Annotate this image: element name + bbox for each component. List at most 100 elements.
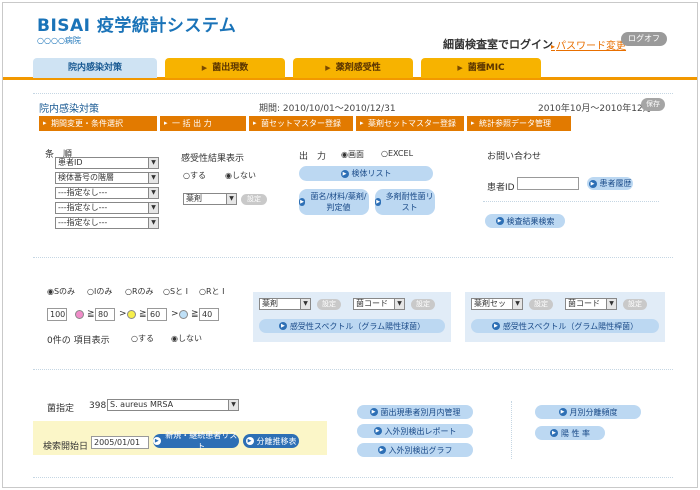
sensitivity-drug-select[interactable]: 薬剤 ▼ — [183, 193, 237, 205]
output-label: 出 力 — [299, 152, 327, 162]
period-label: 期間: 2010/10/01～2010/12/31 — [259, 104, 396, 114]
save-button[interactable]: 保存 — [641, 98, 665, 111]
filter-s-only-radio[interactable]: ◉Sのみ — [47, 286, 75, 297]
monthly-management-button[interactable]: ▶ 菌出現患者別月内管理 — [357, 405, 473, 419]
main-content: 院内感染対策 期間: 2010/10/01～2010/12/31 2010年10… — [3, 83, 697, 487]
sensitivity-label: 感受性結果表示 — [181, 154, 245, 164]
condition-select-1[interactable]: 患者ID ▼ — [55, 157, 159, 169]
filter-s-and-i-radio[interactable]: ○Sと I — [163, 286, 188, 297]
search-result-button[interactable]: ▶ 検査結果検索 — [485, 214, 565, 228]
start-date-input[interactable]: 2005/01/01 — [91, 436, 149, 449]
condition-select-2[interactable]: 検体番号の階層 ▼ — [55, 172, 159, 184]
select-value: S. aureus MRSA — [110, 400, 174, 409]
action-bulk-output-button[interactable]: 一 括 出 力 — [160, 116, 246, 131]
spectrum-gram-positive-bacilli-button[interactable]: ▶ 感受性スペクトル（グラム陽性桿菌） — [471, 319, 659, 333]
button-label: 患者履歴 — [599, 179, 632, 188]
chevron-down-icon: ▼ — [148, 218, 158, 228]
panel-bacteria-select[interactable]: 菌コード ▼ — [353, 298, 405, 310]
action-drug-set-button[interactable]: 薬剤セットマスター登録 — [356, 116, 464, 131]
monthly-frequency-button[interactable]: ▶ 月別分離頻度 — [535, 405, 641, 419]
positive-rate-button[interactable]: ▶ 陽 性 率 — [535, 426, 605, 440]
select-value: ---指定なし--- — [58, 203, 108, 212]
tab-bacteria-count[interactable]: ▶ 菌出現数 — [165, 58, 285, 78]
action-bacteria-set-button[interactable]: 菌セットマスター登録 — [249, 116, 353, 131]
page-title: 院内感染対策 — [39, 104, 99, 115]
spectrum-gram-positive-cocci-button[interactable]: ▶ 感受性スペクトル（グラム陽性球菌） — [259, 319, 445, 333]
patient-history-button[interactable]: ▶ 患者履歴 — [587, 177, 633, 190]
condition-select-3[interactable]: ---指定なし--- ▼ — [55, 187, 159, 199]
ward-detection-graph-button[interactable]: ▶ 入外別検出グラフ — [357, 443, 473, 457]
filter-r-only-radio[interactable]: ○Rのみ — [125, 286, 154, 297]
distribution-table-button[interactable]: ▶ 分離推移表 — [243, 434, 299, 448]
bacteria-select[interactable]: S. aureus MRSA ▼ — [107, 399, 239, 411]
zero-count-yes-radio[interactable]: ○する — [131, 333, 154, 344]
output-excel-radio[interactable]: ○EXCEL — [381, 149, 413, 158]
bacteria-label: 菌指定 — [47, 404, 75, 414]
select-value: 患者ID — [58, 158, 83, 167]
panel-bacteria-code-select[interactable]: 菌コード ▼ — [565, 298, 617, 310]
sensitivity-set-button[interactable]: 設定 — [241, 194, 267, 205]
new-patient-list-button[interactable]: ▶ 新規・継続患者リスト — [153, 431, 239, 451]
tab-bacteria-mic[interactable]: ▶ 菌種MIC — [421, 58, 541, 78]
select-value: 薬剤 — [262, 299, 278, 308]
sensitivity-yes-radio[interactable]: ○する — [183, 170, 206, 181]
gt-label: > — [171, 309, 179, 319]
arrow-right-icon: ▶ — [377, 446, 386, 454]
condition-select-5[interactable]: ---指定なし--- ▼ — [55, 217, 159, 229]
arrow-right-icon: ▶ — [549, 429, 558, 437]
panel-set-button-3[interactable]: 設定 — [529, 299, 553, 310]
arrow-right-icon: ▶ — [153, 437, 161, 445]
threshold-input-4[interactable]: 40 — [199, 308, 219, 321]
button-label: 入外別検出レポート — [384, 426, 457, 436]
condition-select-4[interactable]: ---指定なし--- ▼ — [55, 202, 159, 214]
arrow-right-icon: ▶ — [340, 169, 349, 178]
arrow-right-icon: ▶ — [245, 437, 254, 445]
tab-bar: 院内感染対策 ▶ 菌出現数 ▶ 薬剤感受性 ▶ 菌種MIC — [3, 57, 697, 80]
select-value: 検体番号の階層 — [58, 173, 114, 182]
action-change-period-button[interactable]: 期間変更・条件選択 — [39, 116, 157, 131]
app-title: BISAI 疫学統計システム — [37, 16, 237, 36]
ward-detection-report-button[interactable]: ▶ 入外別検出レポート — [357, 424, 473, 438]
button-label: 検体リスト — [351, 169, 392, 178]
button-label: 陽 性 率 — [560, 428, 591, 438]
tab-drug-sensitivity[interactable]: ▶ 薬剤感受性 — [293, 58, 413, 78]
arrow-right-icon: ▶ — [278, 322, 287, 330]
gram-positive-cocci-panel: 薬剤 ▼ 設定 菌コード ▼ 設定 ▶ 感受性スペクトル（グラム陽性球菌） — [253, 292, 451, 342]
header: BISAI 疫学統計システム ○○○○病院 細菌検査室でログイン パスワード変更… — [3, 3, 697, 53]
sensitivity-no-radio[interactable]: ◉しない — [225, 170, 256, 181]
arrow-right-icon: ▶ — [375, 198, 382, 206]
logout-button[interactable]: ログオフ — [621, 32, 667, 46]
action-bar: 期間変更・条件選択 一 括 出 力 菌セットマスター登録 薬剤セットマスター登録… — [39, 116, 669, 131]
panel-set-button-4[interactable]: 設定 — [623, 299, 647, 310]
change-password-link[interactable]: パスワード変更 — [551, 37, 626, 52]
button-label: 検査結果検索 — [506, 216, 555, 226]
blue-circle-icon — [179, 310, 188, 319]
output-screen-radio[interactable]: ◉画面 — [341, 149, 364, 160]
patient-id-input[interactable] — [517, 177, 579, 190]
triangle-icon: ▶ — [201, 64, 208, 72]
zero-count-no-radio[interactable]: ◉しない — [171, 333, 202, 344]
section-divider — [33, 369, 673, 370]
filter-r-and-i-radio[interactable]: ○Rと I — [199, 286, 224, 297]
start-date-label: 検索開始日 — [43, 442, 89, 452]
tab-label: 薬剤感受性 — [335, 63, 381, 73]
action-reference-data-button[interactable]: 統計参照データ管理 — [467, 116, 571, 131]
filter-i-only-radio[interactable]: ○Iのみ — [87, 286, 112, 297]
threshold-input-1[interactable]: 100 — [47, 308, 67, 321]
threshold-input-2[interactable]: 80 — [95, 308, 115, 321]
panel-drug-select[interactable]: 薬剤 ▼ — [259, 298, 311, 310]
chevron-down-icon: ▼ — [606, 299, 616, 309]
login-status: 細菌検査室でログイン — [443, 38, 553, 51]
panel-set-button-2[interactable]: 設定 — [411, 299, 435, 310]
specimen-list-button[interactable]: ▶ 検体リスト — [299, 166, 433, 181]
operator-label: ≧ — [87, 309, 95, 319]
panel-drug-set-select[interactable]: 薬剤セッ ▼ — [471, 298, 523, 310]
panel-set-button-1[interactable]: 設定 — [317, 299, 341, 310]
bacteria-material-button[interactable]: ▶ 菌名/材料/薬剤/判定値 — [299, 189, 369, 215]
tab-infection-control[interactable]: 院内感染対策 — [33, 58, 157, 78]
period-japanese: 2010年10月～2010年12月 — [538, 104, 652, 114]
threshold-input-3[interactable]: 60 — [147, 308, 167, 321]
tab-label: 菌種MIC — [467, 63, 505, 73]
multi-drug-resistant-button[interactable]: ▶ 多剤耐性菌リスト — [375, 189, 435, 215]
chevron-down-icon: ▼ — [148, 203, 158, 213]
